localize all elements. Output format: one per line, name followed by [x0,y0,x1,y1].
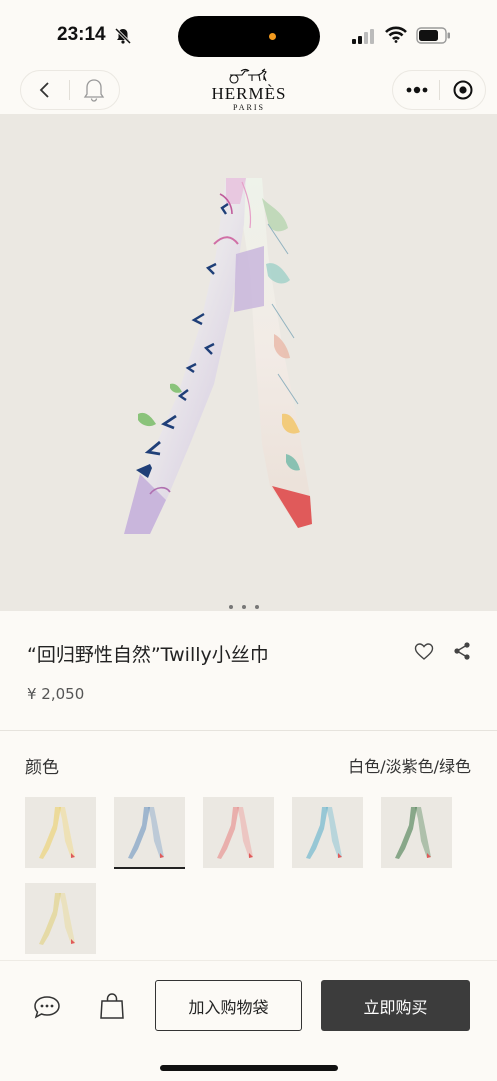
carousel-dot[interactable] [229,605,233,609]
recording-dot [269,33,276,40]
add-to-cart-button[interactable]: 加入购物袋 [155,980,302,1031]
carriage-logo-icon [229,68,267,84]
product-image-carousel[interactable] [0,114,497,611]
color-swatch[interactable] [25,797,96,868]
color-swatch[interactable] [25,883,96,954]
color-label: 颜色 [25,758,59,778]
carousel-dot[interactable] [255,605,259,609]
color-value: 白色/淡紫色/绿色 [348,757,471,776]
share-icon[interactable] [452,641,472,665]
dynamic-island [178,16,320,57]
target-icon[interactable] [452,79,474,105]
buy-now-button[interactable]: 立即购买 [321,980,470,1031]
scarf-image [124,178,312,534]
section-divider [0,730,497,731]
carousel-dots [229,594,268,611]
product-price: ¥ 2,050 [27,685,85,703]
nav-left-capsule [20,70,120,110]
capsule-divider [69,80,70,100]
color-swatch[interactable] [114,797,185,868]
status-time: 23:14 [57,24,106,45]
carousel-dot[interactable] [242,605,246,609]
brand-subtitle: PARIS [233,103,265,112]
battery-icon [416,27,452,48]
status-bar: 23:14 [0,0,497,68]
color-swatch[interactable] [292,797,363,868]
product-title: “回归野性自然”Twilly小丝巾 [27,644,269,666]
capsule-divider [439,80,440,100]
color-swatch[interactable] [203,797,274,868]
signal-icon [352,29,376,48]
heart-icon[interactable] [414,642,434,666]
shopping-bag-icon[interactable] [99,992,125,1024]
brand-logo: HERMÈS PARIS [199,68,299,112]
brand-name: HERMÈS [211,84,287,103]
bell-icon[interactable] [81,77,107,107]
more-icon[interactable] [405,80,429,104]
bottom-action-bar: 加入购物袋 立即购买 [0,960,497,1081]
home-indicator[interactable] [160,1065,338,1071]
chat-icon[interactable] [33,995,61,1023]
back-icon[interactable] [35,80,55,104]
bell-off-icon [114,27,132,49]
wifi-icon [385,26,407,47]
nav-bar: HERMÈS PARIS [0,68,497,114]
nav-right-capsule [392,70,486,110]
color-swatch[interactable] [381,797,452,868]
swatch-selected-indicator [114,867,185,869]
